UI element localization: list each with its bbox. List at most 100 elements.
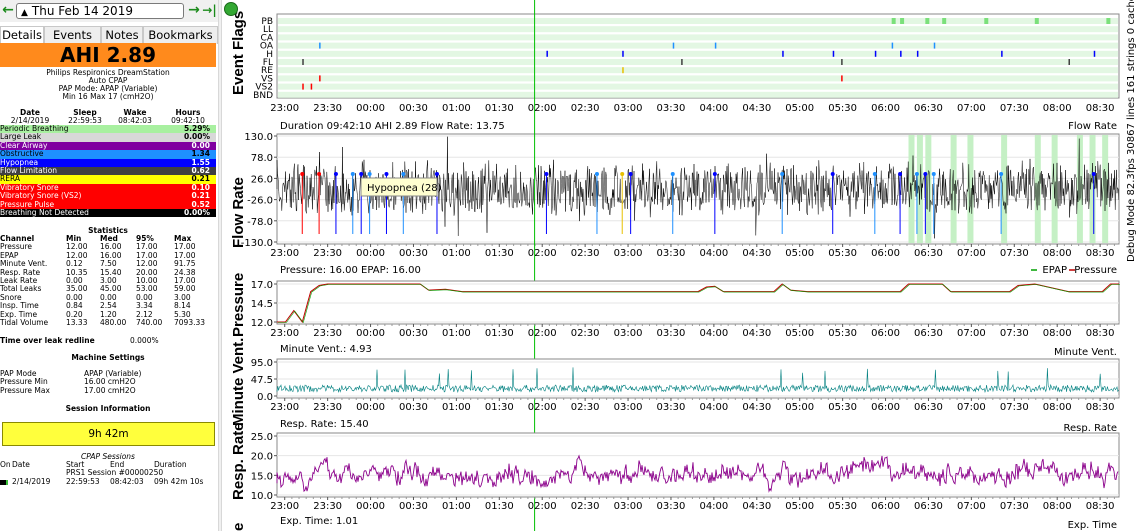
statistics-title: Statistics <box>88 226 128 235</box>
tab-details[interactable]: Details <box>0 26 44 44</box>
event-name: Flow Limitation <box>0 166 58 175</box>
setting-name: Pressure Max <box>0 386 50 395</box>
statistics-row: Minute Vent. 0.12 7.50 12.00 91.75 <box>0 260 216 268</box>
summary-header-0: Date <box>20 109 40 117</box>
event-index-row[interactable]: Clear Airway 0.00 <box>0 141 216 151</box>
flow-rate-time-label: 02:00 <box>528 248 557 259</box>
calendar-dropdown-icon[interactable]: ▲ <box>21 8 28 18</box>
flow-event-dot <box>999 172 1004 176</box>
flow-event-dot <box>384 172 389 176</box>
summary-header-1: Sleep <box>73 109 97 117</box>
previous-day-icon[interactable]: ← <box>0 2 16 18</box>
event-index-row[interactable]: Vibratory Snore 0.10 <box>0 183 216 193</box>
event-flag-mark <box>841 75 843 82</box>
statistics-row: EPAP 12.00 16.00 17.00 17.00 <box>0 252 216 260</box>
time-over-leak-label: Time over leak redline <box>0 337 95 345</box>
date-picker[interactable]: ▲ Thu Feb 14 2019 <box>16 3 184 19</box>
event-flag-mark <box>782 50 784 57</box>
flow-event-dot <box>628 172 633 176</box>
event-index-row[interactable]: Hypopnea 1.55 <box>0 158 216 167</box>
session-end: 08:42:03 <box>110 477 144 486</box>
stat-value: 0.12 <box>66 260 83 269</box>
flow-event-dot <box>300 172 305 176</box>
flow-rate-ytick-label: 78.0 <box>251 153 273 164</box>
pressure-time-label: 03:30 <box>657 328 686 339</box>
minute-vent-ytick-label: 95.0 <box>251 358 273 369</box>
stat-value: 91.75 <box>174 260 196 269</box>
event-index-row[interactable]: Breathing Not Detected 0.00% <box>0 208 216 218</box>
stat-value: 53.00 <box>136 285 158 294</box>
event-flag-lane <box>278 91 1118 98</box>
event-index-row[interactable]: Obstructive 1.34 <box>0 150 216 159</box>
event-name: Periodic Breathing <box>0 125 69 133</box>
flow-rate-time-label: 01:30 <box>485 248 514 259</box>
resp-rate-legend: Resp. Rate <box>1064 423 1118 434</box>
session-name: PRS1 Session #00000250 <box>66 469 164 478</box>
event-flags-time-label: 02:00 <box>528 103 557 114</box>
cpap-sessions-table: On Date Start End Duration PRS1 Session #000… <box>0 461 216 486</box>
flow-rate-time-label: 07:00 <box>957 248 986 259</box>
event-name: Large Leak <box>0 133 42 142</box>
statistics-row: Total Leaks 35.00 45.00 53.00 59.00 <box>0 285 216 293</box>
minute-vent-time-label: 05:30 <box>828 402 857 413</box>
event-index-row[interactable]: Large Leak 0.00% <box>0 133 216 142</box>
resp-rate-time-label: 04:00 <box>699 501 728 512</box>
statistics-row: Resp. Rate 10.35 15.40 20.00 24.38 <box>0 269 216 277</box>
stat-value: 7.50 <box>100 260 117 269</box>
minute-vent-time-label: 08:00 <box>1043 402 1072 413</box>
resp-rate-time-label: 01:30 <box>485 501 514 512</box>
pressure-time-label: 06:30 <box>914 328 943 339</box>
graphs-canvas[interactable]: PBLLCAOAHFLREVSVS2BND23:00 23:30 00:00 00:3… <box>222 0 1140 531</box>
stat-value: 10.35 <box>66 268 88 277</box>
event-name: RERA <box>0 175 20 184</box>
sessions-col-duration: Duration <box>154 461 187 469</box>
event-index-row[interactable]: Flow Limitation 0.62 <box>0 166 216 176</box>
statistics-row: Snore 0.00 0.00 0.00 3.00 <box>0 294 216 302</box>
pressure-time-label: 00:30 <box>399 328 428 339</box>
resp-rate-ytick-label: 10.0 <box>251 491 273 502</box>
flow-rate-ytick-label: 130.0 <box>244 132 273 143</box>
event-index-row[interactable]: Pressure Pulse 0.52 <box>0 200 216 209</box>
stat-value: 24.38 <box>174 268 196 277</box>
minute-vent-header: Minute Vent.: 4.93 <box>280 344 372 355</box>
stat-value: 1.20 <box>100 310 117 319</box>
event-flags-time-label: 07:30 <box>1000 103 1029 114</box>
pressure-ytick-label: 14.5 <box>251 299 273 310</box>
flow-rate-legend: Flow Rate <box>1068 121 1117 132</box>
session-enabled-checkbox[interactable] <box>0 478 12 486</box>
event-flags-time-label: 01:00 <box>442 103 471 114</box>
tab-notes[interactable]: Notes <box>101 26 143 44</box>
stat-value: 16.00 <box>100 243 122 252</box>
flow-event-dot <box>401 172 406 176</box>
next-day-icon[interactable]: → <box>186 2 202 18</box>
statistics-row: Pressure 12.00 16.00 17.00 17.00 <box>0 243 216 251</box>
stat-channel: Pressure <box>0 243 33 252</box>
event-flags-time-label: 00:00 <box>356 103 385 114</box>
event-index-row[interactable]: RERA 0.21 <box>0 175 216 184</box>
time-over-leak: Time over leak redline 0.000% <box>0 337 216 345</box>
event-tooltip: Hypopnea (28) <box>367 183 442 194</box>
resp-rate-time-label: 05:00 <box>785 501 814 512</box>
stat-value: 2.12 <box>136 310 153 319</box>
event-flag-mark <box>310 83 313 90</box>
jump-to-latest-icon[interactable]: →| <box>201 2 218 18</box>
statistics-row: Exp. Time 0.20 1.20 2.12 5.30 <box>0 311 216 319</box>
pin-icon[interactable] <box>224 2 238 16</box>
flow-rate-ytick-label: -78.0 <box>247 217 273 228</box>
summary-table: Date Sleep Wake Hours 2/14/2019 22:59:53 08:42… <box>0 109 216 126</box>
event-index-row[interactable]: Periodic Breathing 5.29% <box>0 125 216 134</box>
minute-vent-time-label: 04:00 <box>699 402 728 413</box>
session-row[interactable]: 2/14/2019 22:59:53 08:42:03 09h 42m 10s <box>0 478 216 486</box>
flow-event-dot <box>712 172 717 176</box>
event-flags-time-label: 08:00 <box>1043 103 1072 114</box>
event-flags-time-label: 02:30 <box>571 103 600 114</box>
event-flag-mark <box>942 18 947 24</box>
event-flags-time-label: 03:30 <box>657 103 686 114</box>
event-name: Clear Airway <box>0 141 48 150</box>
stat-col-2: Med <box>100 235 118 243</box>
tab-bookmarks[interactable]: Bookmarks <box>143 26 218 44</box>
tab-events[interactable]: Events <box>44 26 101 44</box>
setting-value: APAP (Variable) <box>84 370 142 378</box>
event-index-row[interactable]: Vibratory Snore (VS2) 0.21 <box>0 192 216 201</box>
stat-value: 35.00 <box>66 285 88 294</box>
